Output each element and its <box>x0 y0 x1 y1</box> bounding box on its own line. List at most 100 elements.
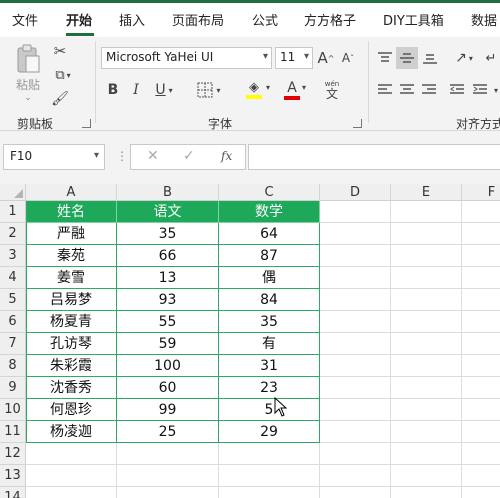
row-header-11[interactable]: 11 <box>0 421 26 443</box>
cell-d7[interactable] <box>320 333 391 355</box>
align-top-icon[interactable] <box>375 47 395 69</box>
column-header-c[interactable]: C <box>219 184 320 201</box>
tab-insert[interactable]: 插入 <box>119 10 145 29</box>
borders-button[interactable]: ▾ <box>193 79 225 101</box>
cell-b6[interactable]: 55 <box>117 311 219 333</box>
italic-button[interactable]: I <box>127 79 145 101</box>
cell-a4[interactable]: 姜雪 <box>26 267 117 289</box>
cell-f14[interactable] <box>462 487 500 498</box>
cell-b5[interactable]: 93 <box>117 289 219 311</box>
cell-e13[interactable] <box>391 465 462 487</box>
column-header-e[interactable]: E <box>391 184 462 201</box>
tab-fangfang-gezi[interactable]: 方方格子 <box>304 10 356 29</box>
cell-f1[interactable] <box>462 201 500 223</box>
tab-home[interactable]: 开始 <box>66 10 92 29</box>
tab-diy-toolbox[interactable]: DIY工具箱 <box>383 10 444 29</box>
column-header-d[interactable]: D <box>320 184 391 201</box>
cell-f13[interactable] <box>462 465 500 487</box>
cell-f9[interactable] <box>462 377 500 399</box>
confirm-entry-icon[interactable]: ✓ <box>183 148 195 164</box>
font-name-combobox[interactable]: Microsoft YaHei UI ▾ <box>101 47 272 69</box>
cell-b4[interactable]: 13 <box>117 267 219 289</box>
cell-d3[interactable] <box>320 245 391 267</box>
cell-b10[interactable]: 99 <box>117 399 219 421</box>
cell-d12[interactable] <box>320 443 391 465</box>
cell-a10[interactable]: 何恩珍 <box>26 399 117 421</box>
cell-c1[interactable]: 数学 <box>219 201 320 223</box>
cell-c9[interactable]: 23 <box>219 377 320 399</box>
cell-b11[interactable]: 25 <box>117 421 219 443</box>
cell-c11[interactable]: 29 <box>219 421 320 443</box>
merge-dropdown-icon[interactable]: ▾ <box>492 79 500 101</box>
orientation-icon[interactable]: ↗ ▾ <box>450 47 478 69</box>
cell-c10[interactable]: 5 <box>219 399 320 421</box>
grow-font-button[interactable]: A ^ <box>316 47 336 69</box>
row-header-14[interactable]: 14 <box>0 487 26 498</box>
align-left-icon[interactable] <box>375 79 395 101</box>
cell-c4[interactable]: 偶 <box>219 267 320 289</box>
cell-d4[interactable] <box>320 267 391 289</box>
wrap-text-icon[interactable]: ↵ <box>482 47 500 69</box>
cell-c6[interactable]: 35 <box>219 311 320 333</box>
formula-bar-grip-icon[interactable]: ⋮ <box>116 149 128 163</box>
cell-e6[interactable] <box>391 311 462 333</box>
column-header-f[interactable]: F <box>462 184 500 201</box>
cell-b12[interactable] <box>117 443 219 465</box>
cell-c7[interactable]: 有 <box>219 333 320 355</box>
cell-f2[interactable] <box>462 223 500 245</box>
cell-f6[interactable] <box>462 311 500 333</box>
align-right-icon[interactable] <box>419 79 439 101</box>
tab-file[interactable]: 文件 <box>12 10 38 29</box>
row-header-6[interactable]: 6 <box>0 311 26 333</box>
clipboard-launcher-icon[interactable] <box>82 119 91 128</box>
cell-a3[interactable]: 秦苑 <box>26 245 117 267</box>
decrease-indent-icon[interactable] <box>447 79 467 101</box>
tab-formulas[interactable]: 公式 <box>252 10 278 29</box>
cell-c3[interactable]: 87 <box>219 245 320 267</box>
cell-d10[interactable] <box>320 399 391 421</box>
tab-data[interactable]: 数据 <box>471 10 497 29</box>
cell-d14[interactable] <box>320 487 391 498</box>
font-launcher-icon[interactable] <box>353 119 362 128</box>
cell-e14[interactable] <box>391 487 462 498</box>
select-all-corner[interactable] <box>0 184 26 201</box>
paste-button[interactable]: 粘贴 ⌄ <box>12 43 44 103</box>
cell-e10[interactable] <box>391 399 462 421</box>
align-middle-icon[interactable] <box>396 47 418 69</box>
cell-a8[interactable]: 朱彩霞 <box>26 355 117 377</box>
format-painter-icon[interactable]: 🖌 <box>50 89 70 109</box>
worksheet-grid[interactable]: A B C D E F 1 姓名 语文 数学 2 严融 35 64 3 秦苑 66 87 4 姜雪 13 偶 5… <box>0 184 500 498</box>
align-bottom-icon[interactable] <box>420 47 440 69</box>
cell-b1[interactable]: 语文 <box>117 201 219 223</box>
cell-f3[interactable] <box>462 245 500 267</box>
cell-b2[interactable]: 35 <box>117 223 219 245</box>
font-size-combobox[interactable]: 11 ▾ <box>275 47 313 69</box>
cut-icon[interactable]: ✂ <box>50 41 70 61</box>
cell-b3[interactable]: 66 <box>117 245 219 267</box>
name-box[interactable]: F10 ▾ <box>3 144 105 170</box>
cell-d5[interactable] <box>320 289 391 311</box>
cell-c2[interactable]: 64 <box>219 223 320 245</box>
row-header-13[interactable]: 13 <box>0 465 26 487</box>
column-header-a[interactable]: A <box>26 184 117 201</box>
cell-c12[interactable] <box>219 443 320 465</box>
cell-d8[interactable] <box>320 355 391 377</box>
cell-b9[interactable]: 60 <box>117 377 219 399</box>
cell-e3[interactable] <box>391 245 462 267</box>
cell-d9[interactable] <box>320 377 391 399</box>
cell-a9[interactable]: 沈香秀 <box>26 377 117 399</box>
row-header-10[interactable]: 10 <box>0 399 26 421</box>
cell-d2[interactable] <box>320 223 391 245</box>
row-header-4[interactable]: 4 <box>0 267 26 289</box>
increase-indent-icon[interactable] <box>470 79 490 101</box>
copy-icon[interactable]: ⧉ ▾ <box>50 65 76 85</box>
cell-a1[interactable]: 姓名 <box>26 201 117 223</box>
cell-a7[interactable]: 孔访琴 <box>26 333 117 355</box>
cell-f5[interactable] <box>462 289 500 311</box>
cell-a13[interactable] <box>26 465 117 487</box>
cell-f4[interactable] <box>462 267 500 289</box>
row-header-1[interactable]: 1 <box>0 201 26 223</box>
cell-e1[interactable] <box>391 201 462 223</box>
cell-b7[interactable]: 59 <box>117 333 219 355</box>
row-header-5[interactable]: 5 <box>0 289 26 311</box>
